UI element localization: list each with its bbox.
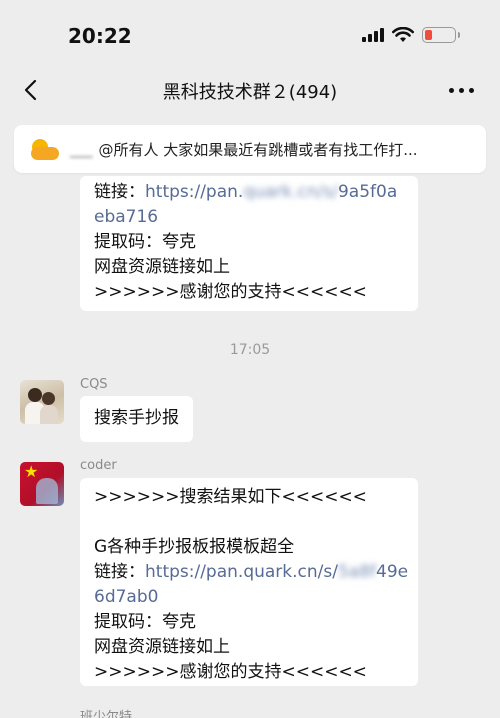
- avatar[interactable]: [20, 380, 64, 424]
- chat-title: 黑科技技术群２(494): [162, 82, 338, 103]
- message-line: G各种手抄报板报模板超全: [94, 537, 295, 557]
- group-notice-bar[interactable]: ___ @所有人 大家如果最近有跳槽或者有找工作打...: [14, 125, 486, 173]
- message-bubble[interactable]: >>>>>>搜索结果如下<<<<<< G各种手抄报板报模板超全 链接：https…: [80, 478, 418, 686]
- message-line: 链接：https://pan.quark.cn/s/5a8f49e: [94, 562, 409, 582]
- message-line: 提取码：夸克: [94, 232, 196, 252]
- chat-message-list[interactable]: 链接：https://pan.quark.cn/s/9a5f0a eba716 …: [0, 176, 500, 718]
- avatar[interactable]: ★: [20, 462, 64, 506]
- message-line: 网盘资源链接如上: [94, 257, 230, 277]
- message-timestamp: 17:05: [229, 342, 271, 358]
- weather-avatar-icon: [28, 135, 62, 163]
- cellular-signal-icon: [362, 28, 384, 42]
- message-bubble[interactable]: 搜索手抄报: [80, 396, 193, 442]
- message-line: 提取码：夸克: [94, 612, 196, 632]
- notice-text: @所有人 大家如果最近有跳槽或者有找工作打...: [98, 140, 418, 159]
- wifi-icon: [392, 27, 414, 42]
- status-icons: [362, 27, 460, 43]
- message-line: [94, 510, 404, 535]
- message-line: 网盘资源链接如上: [94, 637, 230, 657]
- message-line: >>>>>>搜索结果如下<<<<<<: [94, 487, 367, 507]
- message-line: 6d7ab0: [94, 587, 159, 607]
- battery-icon: [422, 27, 460, 43]
- more-options-icon[interactable]: [449, 88, 474, 93]
- message-line: 链接：https://pan.quark.cn/s/9a5f0a: [94, 182, 398, 202]
- chat-header: 黑科技技术群２(494): [0, 68, 500, 112]
- message-line: eba716: [94, 207, 159, 227]
- sender-name: CQS: [80, 377, 108, 392]
- message-line: >>>>>>感谢您的支持<<<<<<: [94, 282, 367, 302]
- sender-name: coder: [80, 458, 117, 473]
- status-time: 20:22: [68, 24, 132, 48]
- sender-name: 班少尔特: [80, 710, 133, 718]
- status-bar: 20:22: [0, 0, 500, 68]
- message-line: >>>>>>感谢您的支持<<<<<<: [94, 662, 367, 682]
- message-bubble[interactable]: 链接：https://pan.quark.cn/s/9a5f0a eba716 …: [80, 176, 418, 311]
- message-link[interactable]: https://pan.quark.cn/s/5a8f49e: [145, 562, 408, 582]
- notice-sender: ___: [70, 140, 93, 158]
- battery-level: [425, 30, 432, 40]
- message-link[interactable]: https://pan.quark.cn/s/9a5f0a: [145, 182, 397, 202]
